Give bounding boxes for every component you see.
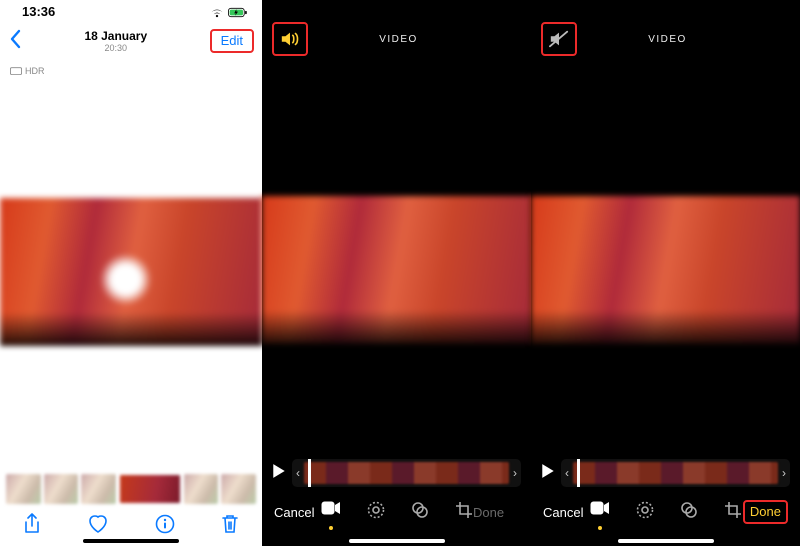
crop-icon: [724, 501, 742, 519]
wifi-icon: [210, 7, 224, 18]
nav-time: 20:30: [22, 43, 210, 53]
share-icon: [23, 513, 41, 535]
thumbnail[interactable]: [44, 474, 79, 504]
highlight-audio: [272, 22, 308, 56]
trash-icon: [221, 513, 239, 535]
trim-handle-left[interactable]: ‹: [561, 459, 573, 487]
editor-top-bar: VIDEO: [531, 18, 800, 60]
adjust-tool-button[interactable]: [636, 501, 654, 524]
video-preview[interactable]: [262, 196, 531, 344]
share-button[interactable]: [23, 513, 41, 540]
crop-icon: [455, 501, 473, 519]
highlight-audio: [541, 22, 577, 56]
home-indicator[interactable]: [349, 539, 445, 543]
filters-tool-button[interactable]: [680, 501, 698, 524]
thumbnail-selected[interactable]: [119, 474, 181, 504]
thumbnail[interactable]: [6, 474, 41, 504]
done-button-disabled: Done: [473, 505, 519, 520]
playhead[interactable]: [308, 459, 311, 487]
hdr-badge: HDR: [10, 66, 262, 76]
video-icon: [321, 501, 341, 515]
editor-caption: VIDEO: [308, 34, 489, 45]
nav-title: 18 January 20:30: [22, 29, 210, 53]
audio-toggle-button[interactable]: [545, 25, 573, 53]
favorite-button[interactable]: [87, 514, 109, 539]
editor-bottom-bar: Cancel Done: [531, 496, 800, 528]
nav-bar: 18 January 20:30 Edit: [0, 20, 262, 60]
sound-off-icon: [549, 30, 569, 48]
timeline-row: ‹ ›: [272, 458, 521, 488]
video-preview[interactable]: [531, 196, 800, 344]
info-icon: [155, 514, 175, 534]
crop-tool-button[interactable]: [455, 501, 473, 524]
chevron-left-icon: [8, 29, 22, 49]
editor-caption: VIDEO: [577, 34, 758, 45]
status-bar: 13:36: [0, 0, 262, 20]
media-preview[interactable]: [0, 198, 262, 346]
heart-icon: [87, 514, 109, 534]
play-icon: [272, 463, 286, 479]
trim-track[interactable]: ‹ ›: [561, 459, 790, 487]
thumbnail[interactable]: [184, 474, 219, 504]
thumbnail-strip[interactable]: [6, 474, 256, 504]
delete-button[interactable]: [221, 513, 239, 540]
play-icon: [541, 463, 555, 479]
filters-tool-button[interactable]: [411, 501, 429, 524]
highlight-done: Done: [743, 500, 788, 524]
tool-icons: [320, 501, 473, 524]
done-button[interactable]: Done: [750, 504, 781, 519]
video-editor-pane-sound-off: VIDEO ‹ › Cancel: [531, 0, 800, 546]
home-indicator[interactable]: [83, 539, 179, 543]
audio-toggle-button[interactable]: [276, 25, 304, 53]
play-button[interactable]: [272, 463, 286, 484]
trim-track[interactable]: ‹ ›: [292, 459, 521, 487]
thumbnail[interactable]: [81, 474, 116, 504]
trim-handle-right[interactable]: ›: [509, 459, 521, 487]
tool-icons: [589, 501, 743, 524]
editor-bottom-bar: Cancel Done: [262, 496, 531, 528]
cancel-button[interactable]: Cancel: [543, 505, 589, 520]
edit-button[interactable]: Edit: [215, 31, 249, 50]
video-editor-pane-sound-on: VIDEO ‹ › Cancel: [262, 0, 531, 546]
highlight-edit: Edit: [210, 29, 254, 53]
frame-strip[interactable]: [304, 462, 509, 484]
nav-date: 18 January: [22, 29, 210, 43]
play-button[interactable]: [541, 463, 555, 484]
frame-strip[interactable]: [573, 462, 778, 484]
adjust-tool-button[interactable]: [367, 501, 385, 524]
info-button[interactable]: [155, 514, 175, 539]
trim-handle-left[interactable]: ‹: [292, 459, 304, 487]
filters-icon: [680, 501, 698, 519]
thumbnail[interactable]: [221, 474, 256, 504]
playhead[interactable]: [577, 459, 580, 487]
video-icon: [590, 501, 610, 515]
timeline-row: ‹ ›: [541, 458, 790, 488]
status-time: 13:36: [22, 4, 55, 19]
cancel-button[interactable]: Cancel: [274, 505, 320, 520]
photos-viewer-pane: 13:36 18 January 20:30 Edit HDR: [0, 0, 262, 546]
back-button[interactable]: [8, 29, 22, 54]
video-tool-button[interactable]: [321, 501, 341, 524]
battery-charging-icon: [228, 7, 248, 18]
sound-on-icon: [280, 30, 300, 48]
adjust-icon: [636, 501, 654, 519]
adjust-icon: [367, 501, 385, 519]
status-icons: [210, 4, 248, 19]
trim-handle-right[interactable]: ›: [778, 459, 790, 487]
video-tool-button[interactable]: [590, 501, 610, 524]
display-icon: [10, 67, 22, 76]
crop-tool-button[interactable]: [724, 501, 742, 524]
home-indicator[interactable]: [618, 539, 714, 543]
editor-top-bar: VIDEO: [262, 18, 531, 60]
filters-icon: [411, 501, 429, 519]
